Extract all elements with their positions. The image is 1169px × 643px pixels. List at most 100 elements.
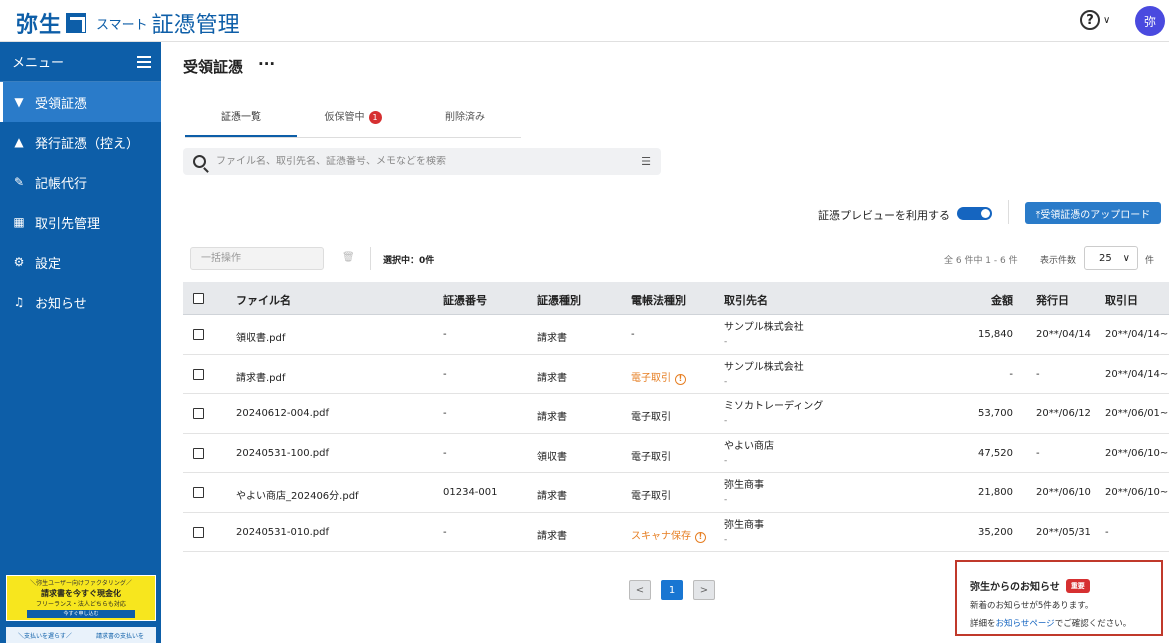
table-row[interactable]: やよい商店_202406分.pdf 01234-001 請求書 電子取引 弥生商事 - 21…	[183, 473, 1169, 513]
sidebar-item-received[interactable]: ▼ 受領証憑	[0, 82, 161, 122]
hamburger-icon[interactable]	[137, 55, 151, 68]
banner2-left-text: ＼支払いを遅らす／	[18, 632, 72, 640]
receipt-type: 請求書	[537, 372, 567, 384]
column-header[interactable]: 発行日	[1036, 292, 1069, 308]
help-menu-button[interactable]: ? ∨	[1080, 10, 1110, 30]
help-icon: ?	[1080, 10, 1100, 30]
page-button[interactable]: 1	[661, 580, 683, 600]
deal-date: 20**/04/14~	[1105, 368, 1169, 380]
more-options-icon[interactable]: ···	[258, 55, 275, 73]
filter-icon[interactable]: ☰	[641, 155, 651, 168]
prev-page-button[interactable]: <	[629, 580, 651, 600]
deal-date: -	[1105, 526, 1109, 538]
notice-page-link[interactable]: お知らせページ	[996, 619, 1055, 629]
partner-cell: 弥生商事 -	[724, 479, 764, 507]
row-checkbox[interactable]	[193, 526, 204, 538]
banner-top-text: ＼弥生ユーザー向けファクタリング／	[30, 580, 132, 587]
receipts-table: ファイル名 証憑番号 証憑種別 電帳法種別 取引先名 金額 発行日 取引日 領収…	[183, 282, 1169, 552]
law-type: 電子取引	[631, 448, 671, 463]
banner-main-text: 請求書を今すぐ現金化	[41, 589, 121, 598]
column-header[interactable]: 取引日	[1105, 292, 1138, 308]
warning-icon[interactable]: !	[675, 373, 686, 385]
table-row[interactable]: 20240612-004.pdf - 請求書 電子取引 ミソカトレーディング - 53,70…	[183, 394, 1169, 434]
column-header[interactable]: 証憑番号	[443, 292, 487, 308]
next-page-button[interactable]: >	[693, 580, 715, 600]
row-checkbox[interactable]	[193, 408, 204, 419]
warning-icon[interactable]: !	[695, 531, 706, 543]
banner-sub-text: フリーランス・法人どちらも対応	[36, 601, 126, 608]
sidebar-item-notices[interactable]: ♫ お知らせ	[0, 282, 161, 322]
issue-date: -	[1036, 368, 1040, 380]
page-title: 受領証憑	[183, 58, 244, 76]
bulk-action-button[interactable]: 一括操作	[190, 247, 324, 270]
column-header[interactable]: 取引先名	[724, 292, 768, 308]
column-header[interactable]: 電帳法種別	[631, 292, 686, 308]
partner-sub: -	[724, 534, 728, 545]
file-name[interactable]: 請求書.pdf	[236, 369, 285, 384]
sidebar-item-settings[interactable]: ⚙ 設定	[0, 242, 161, 282]
partner-cell: やよい商店 -	[724, 440, 774, 468]
row-checkbox[interactable]	[193, 487, 204, 498]
divider	[370, 247, 371, 270]
table-row[interactable]: 請求書.pdf - 請求書 電子取引! サンプル株式会社 - - - 20**/04/14~	[183, 355, 1169, 394]
avatar[interactable]: 弥	[1135, 6, 1165, 36]
preview-toggle[interactable]	[957, 207, 992, 220]
per-page-select[interactable]: 25 ∨	[1084, 246, 1138, 270]
search-input[interactable]	[216, 156, 626, 167]
file-name[interactable]: 20240531-010.pdf	[236, 527, 329, 538]
column-header[interactable]: 証憑種別	[537, 292, 581, 308]
law-type-text: 電子取引	[631, 372, 671, 384]
per-page-label: 表示件数	[1040, 256, 1077, 266]
factoring-banner[interactable]: ＼弥生ユーザー向けファクタリング／ 請求書を今すぐ現金化 フリーランス・法人どち…	[6, 575, 156, 621]
partner-name: サンプル株式会社	[724, 322, 804, 333]
total-count: 全 6 件中 1 - 6 件	[944, 256, 1018, 266]
trash-icon[interactable]: 🗑	[342, 252, 355, 263]
row-checkbox[interactable]	[193, 329, 204, 340]
building-icon: ▦	[13, 215, 25, 229]
receipt-number: -	[443, 408, 447, 419]
table-row[interactable]: 20240531-100.pdf - 領収書 電子取引 やよい商店 - 47,520 - 20*…	[183, 434, 1169, 473]
tab-list[interactable]: 証憑一覧	[185, 104, 297, 137]
banner-apply-button[interactable]: 今すぐ申し込む	[27, 610, 135, 618]
partner-sub: -	[724, 337, 728, 347]
partner-cell: 弥生商事 -	[724, 519, 764, 547]
sidebar-menu-header: メニュー	[0, 42, 161, 82]
table-row[interactable]: 20240531-010.pdf - 請求書 スキャナ保存! 弥生商事 - 35,200 20…	[183, 513, 1169, 552]
column-header[interactable]: ファイル名	[236, 292, 291, 308]
issue-date: 20**/04/14	[1036, 329, 1091, 340]
table-row[interactable]: 領収書.pdf - 請求書 - サンプル株式会社 - 15,840 20**/04/14 20*…	[183, 315, 1169, 355]
file-name[interactable]: やよい商店_202406分.pdf	[236, 487, 359, 502]
logo[interactable]: 弥生 スマート 証憑管理	[16, 7, 240, 39]
menu-label: メニュー	[12, 56, 65, 71]
file-name[interactable]: 20240531-100.pdf	[236, 448, 329, 459]
receipt-number: 01234-001	[443, 487, 498, 498]
partner-name: やよい商店	[724, 440, 774, 452]
column-header[interactable]: 金額	[963, 292, 1013, 308]
partner-cell: ミソカトレーディング -	[724, 400, 823, 428]
file-name[interactable]: 20240612-004.pdf	[236, 408, 329, 419]
partner-sub: -	[724, 376, 728, 387]
count-badge: 1	[368, 111, 382, 124]
sidebar-item-label: 発行証憑（控え）	[35, 136, 140, 152]
issue-date: 20**/06/12	[1036, 408, 1091, 419]
file-name[interactable]: 領収書.pdf	[236, 329, 285, 344]
partner-sub: -	[724, 455, 728, 466]
sidebar-item-partners[interactable]: ▦ 取引先管理	[0, 202, 161, 242]
receipt-number: -	[443, 447, 447, 459]
tab-label: 証憑一覧	[221, 112, 261, 123]
row-checkbox[interactable]	[193, 447, 204, 459]
sidebar-item-bookkeeping[interactable]: ✎ 記帳代行	[0, 162, 161, 202]
law-type: -	[631, 329, 635, 340]
upload-button[interactable]: ⤒受領証憑のアップロード	[1025, 202, 1161, 224]
preview-toggle-label: 証憑プレビューを利用する	[818, 209, 950, 222]
receipt-out-icon: ▲	[14, 135, 24, 149]
law-type-text: 電子取引	[631, 491, 671, 502]
sidebar-item-issued[interactable]: ▲ 発行証憑（控え）	[0, 122, 161, 162]
select-all-checkbox[interactable]	[193, 293, 204, 304]
sidebar-item-label: 設定	[35, 256, 62, 272]
tab-temporary[interactable]: 仮保管中 1	[297, 104, 409, 137]
tab-deleted[interactable]: 削除済み	[409, 104, 521, 137]
law-type: 電子取引	[631, 487, 671, 502]
row-checkbox[interactable]	[193, 368, 204, 380]
payment-banner[interactable]: ＼支払いを遅らす／ 請求書の支払いを	[6, 627, 156, 643]
